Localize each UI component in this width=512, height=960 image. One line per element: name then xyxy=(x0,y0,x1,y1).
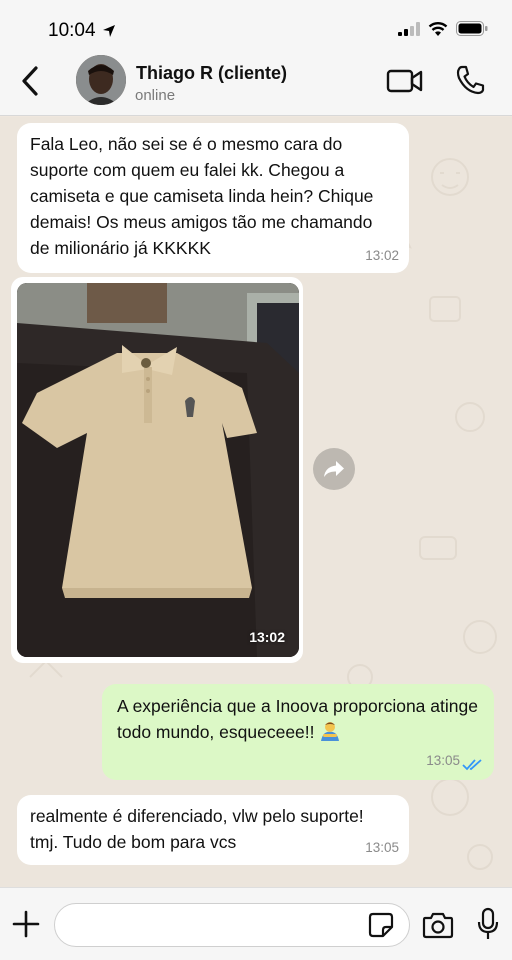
battery-icon xyxy=(456,21,488,36)
message-time: 13:02 xyxy=(249,629,285,645)
signal-icon xyxy=(398,21,420,36)
status-time: 10:04 xyxy=(48,20,116,42)
message-time: 13:02 xyxy=(365,248,399,263)
person-bowing-emoji-icon xyxy=(321,722,340,741)
contact-name[interactable]: Thiago R (cliente) xyxy=(136,63,287,84)
sticker-button[interactable] xyxy=(368,912,394,938)
shirt-photo-image xyxy=(17,283,299,657)
outgoing-message[interactable]: A experiência que a Inoova proporciona a… xyxy=(102,684,494,780)
chat-header: Thiago R (cliente) online xyxy=(0,50,512,116)
back-button[interactable] xyxy=(16,64,46,98)
message-time: 13:05 xyxy=(365,840,399,855)
message-time: 13:05 xyxy=(426,753,460,768)
contact-status: online xyxy=(135,87,176,104)
attach-plus-button[interactable] xyxy=(12,910,40,938)
incoming-image-message[interactable]: 13:02 xyxy=(11,277,303,663)
camera-button[interactable] xyxy=(422,911,454,939)
forward-button[interactable] xyxy=(313,448,355,490)
message-text: A experiência que a Inoova proporciona a… xyxy=(117,696,483,742)
forward-icon xyxy=(324,461,344,477)
read-receipt-icon xyxy=(462,759,482,771)
message-text: Fala Leo, não sei se é o mesmo cara do s… xyxy=(30,134,379,258)
message-input[interactable] xyxy=(54,903,410,947)
avatar-image xyxy=(76,55,126,105)
status-bar: 10:04 xyxy=(0,0,512,50)
location-arrow-icon xyxy=(102,25,115,37)
chat-area[interactable]: Fala Leo, não sei se é o mesmo cara do s… xyxy=(0,117,512,887)
message-composer xyxy=(0,887,512,960)
microphone-button[interactable] xyxy=(476,907,500,941)
avatar[interactable] xyxy=(76,55,126,105)
incoming-message[interactable]: realmente é diferenciado, vlw pelo supor… xyxy=(17,795,409,865)
shirt-photo[interactable]: 13:02 xyxy=(17,283,299,657)
wifi-icon xyxy=(428,22,448,36)
incoming-message[interactable]: Fala Leo, não sei se é o mesmo cara do s… xyxy=(17,123,409,273)
message-text: realmente é diferenciado, vlw pelo supor… xyxy=(30,806,369,852)
voice-call-button[interactable] xyxy=(455,64,485,96)
status-icons xyxy=(398,21,488,36)
video-call-button[interactable] xyxy=(386,68,424,94)
status-time-text: 10:04 xyxy=(48,20,96,41)
